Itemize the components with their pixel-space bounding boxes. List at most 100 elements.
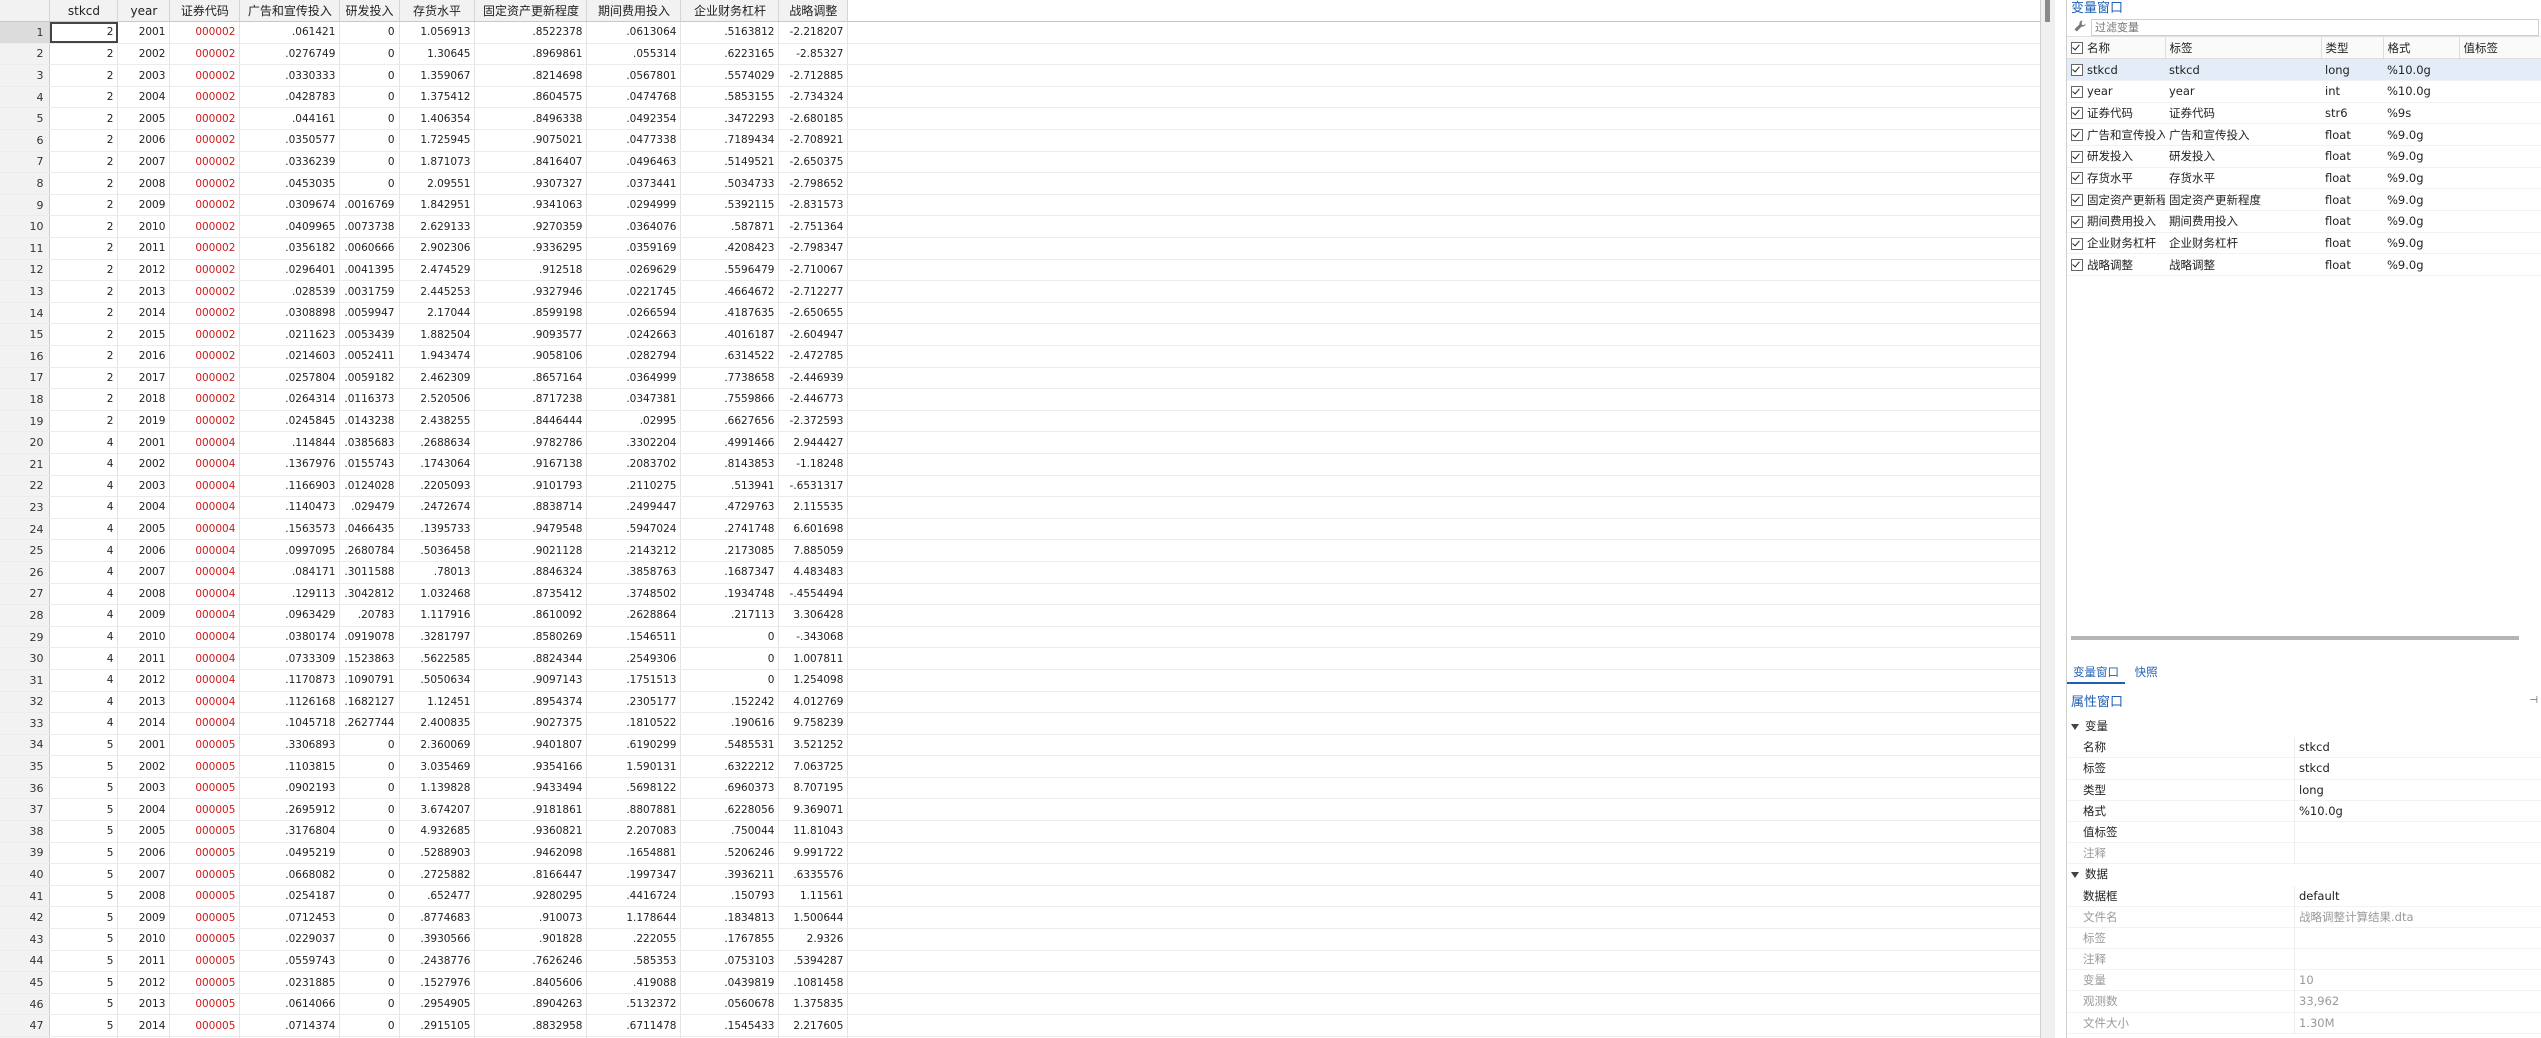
table-cell[interactable]: .129113 [239,583,341,606]
table-cell[interactable]: -.343068 [778,626,849,649]
table-cell[interactable]: 0 [339,863,400,886]
table-cell[interactable]: .3472293 [680,107,780,131]
table-cell[interactable]: 2.438255 [399,410,476,433]
table-cell[interactable]: 2010 [117,626,171,649]
table-cell[interactable]: .2725882 [399,863,476,886]
table-cell[interactable]: .78013 [399,561,476,584]
table-cell[interactable]: .1834813 [680,906,780,930]
table-row[interactable]: 14 2 2014 000002.0308898.0059947 2.17044.859… [0,302,2040,325]
table-row[interactable]: 24 4 2005 000004.1563573.0466435.1395733.94… [0,518,2040,541]
table-cell[interactable]: .5853155 [680,86,780,109]
table-cell[interactable]: 3.521252 [778,734,849,757]
table-cell[interactable]: 000004 [169,539,241,562]
table-cell[interactable]: 2012 [117,669,171,692]
table-cell[interactable]: 0 [339,1014,400,1037]
table-cell[interactable]: .2305177 [586,691,682,714]
table-cell[interactable]: 2006 [117,842,171,865]
table-cell[interactable]: 2.115535 [778,496,849,519]
table-cell[interactable]: 0 [339,906,400,930]
table-cell[interactable]: .0266594 [586,302,682,325]
table-cell[interactable]: .1545433 [680,1014,780,1037]
table-cell[interactable]: .587871 [680,215,780,239]
table-cell[interactable]: .1140473 [239,496,341,519]
table-cell[interactable]: 1.406354 [399,107,476,131]
table-cell[interactable]: -2.218207 [778,21,849,44]
table-cell[interactable]: 000005 [169,885,241,908]
variable-row[interactable]: 企业财务杠杆 企业财务杠杆 float %9.0g [2067,232,2541,255]
table-cell[interactable]: 2010 [117,928,171,951]
table-cell[interactable]: 2.462309 [399,367,476,390]
table-cell[interactable]: .0282794 [586,345,682,368]
table-cell[interactable]: .0264314 [239,388,341,411]
table-cell[interactable]: .8214698 [474,64,588,87]
table-cell[interactable]: 2.629133 [399,215,476,239]
table-cell[interactable]: .0359169 [586,237,682,260]
table-cell[interactable]: .5485531 [680,734,780,757]
property-row[interactable]: 观测数 33,962 [2067,991,2541,1013]
table-cell[interactable]: .0559743 [239,950,341,973]
table-cell[interactable]: .8717238 [474,388,588,411]
table-cell[interactable]: .0041395 [339,259,400,282]
table-cell[interactable]: 1.178644 [586,906,682,930]
table-cell[interactable]: 2.17044 [399,302,476,325]
property-value[interactable]: 战略调整计算结果.dta [2295,907,2541,928]
table-cell[interactable]: 2008 [117,172,171,195]
table-cell[interactable]: 0 [339,820,400,843]
table-cell[interactable]: .4016187 [680,323,780,346]
table-cell[interactable]: .2083702 [586,453,682,476]
variables-column-header[interactable]: 值标签 [2459,37,2541,60]
property-value[interactable] [2295,949,2541,971]
table-cell[interactable]: .055314 [586,43,682,66]
table-cell[interactable]: .0753103 [680,950,780,973]
property-row[interactable]: 文件大小 1.30M [2067,1012,2541,1034]
table-cell[interactable]: .5034733 [680,172,780,195]
table-cell[interactable]: .9341063 [474,194,588,217]
table-cell[interactable]: 2 [49,367,119,390]
variable-row[interactable]: 研发投入 研发投入 float %9.0g [2067,145,2541,168]
table-cell[interactable]: 4 [49,496,119,519]
variables-column-header[interactable]: 名称 [2067,37,2166,60]
table-cell[interactable]: .0294999 [586,194,682,217]
table-cell[interactable]: .6314522 [680,345,780,368]
table-cell[interactable]: 4 [49,669,119,692]
table-cell[interactable]: 9.991722 [778,842,849,865]
table-cell[interactable]: .6960373 [680,777,780,800]
table-row[interactable]: 28 4 2009 000004.0963429.20783 1.117916.8610… [0,604,2040,627]
table-cell[interactable]: 2 [49,194,119,217]
property-row[interactable]: 注释 [2067,949,2541,971]
wrench-icon[interactable] [2073,19,2087,33]
table-cell[interactable]: 0 [339,798,400,822]
variable-row[interactable]: 战略调整 战略调整 float %9.0g [2067,253,2541,277]
table-cell[interactable]: .0492354 [586,107,682,131]
table-cell[interactable]: 000002 [169,194,241,217]
table-cell[interactable]: .5622585 [399,647,476,670]
table-cell[interactable]: .1367976 [239,453,341,476]
property-group[interactable]: 数据 [2067,864,2541,885]
table-cell[interactable]: .0242663 [586,323,682,346]
table-cell[interactable]: .0474768 [586,86,682,109]
table-cell[interactable]: 2.217605 [778,1014,849,1037]
table-cell[interactable]: .0364076 [586,215,682,239]
table-cell[interactable]: -2.712885 [778,64,849,87]
table-cell[interactable]: .910073 [474,906,588,930]
table-cell[interactable]: .3302204 [586,431,682,454]
table-cell[interactable]: .0309674 [239,194,341,217]
table-cell[interactable]: 1.032468 [399,583,476,606]
column-header[interactable]: 存货水平 [399,0,476,23]
table-cell[interactable]: 4 [49,647,119,670]
table-cell[interactable]: 5 [49,885,119,908]
table-row[interactable]: 13 2 2013 000002.028539.0031759 2.445253.932… [0,280,2040,303]
table-cell[interactable]: .9360821 [474,820,588,843]
table-cell[interactable]: -1.18248 [778,453,849,476]
table-cell[interactable]: .0330333 [239,64,341,87]
table-cell[interactable]: .0336239 [239,151,341,174]
table-cell[interactable]: .9101793 [474,475,588,498]
table-cell[interactable]: .2143212 [586,539,682,562]
table-cell[interactable]: .0059947 [339,302,400,325]
table-cell[interactable]: .2438776 [399,950,476,973]
table-cell[interactable]: 000004 [169,691,241,714]
table-cell[interactable]: -2.85327 [778,43,849,66]
table-cell[interactable]: 000004 [169,669,241,692]
table-cell[interactable]: 2.09551 [399,172,476,195]
table-cell[interactable]: .0073738 [339,215,400,239]
